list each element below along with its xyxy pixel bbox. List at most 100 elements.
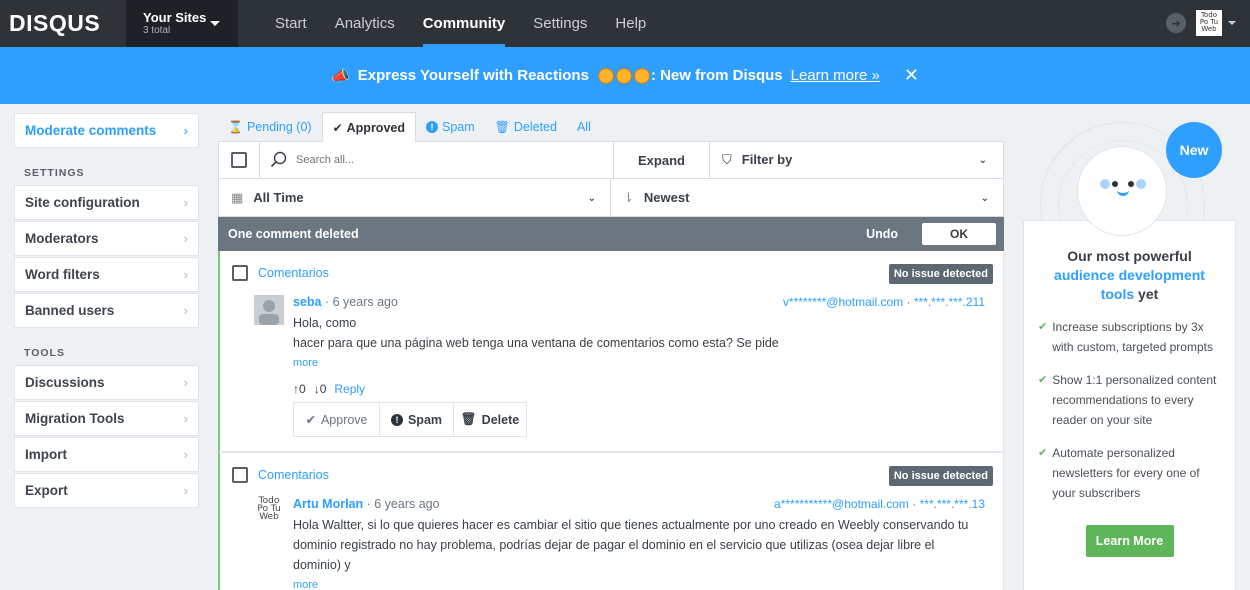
undo-button[interactable]: Undo bbox=[866, 227, 898, 241]
commenter-ip[interactable]: ***.***.***.13 bbox=[920, 497, 985, 511]
checkmark-icon: ✔ bbox=[305, 413, 316, 427]
avatar[interactable] bbox=[254, 295, 284, 325]
tab-deleted[interactable]: 🗑 Deleted bbox=[485, 113, 567, 141]
avatar-text: Todo Po Tu Web bbox=[1199, 11, 1219, 33]
user-area: ➜ Todo Po Tu Web bbox=[1166, 10, 1236, 36]
author-name[interactable]: seba bbox=[293, 295, 322, 309]
disqus-logo[interactable]: DISQUS bbox=[0, 0, 126, 47]
filter-label-wrap: ⛉ Filter by bbox=[722, 152, 792, 168]
approve-button[interactable]: ✔ Approve bbox=[294, 403, 380, 436]
sidebar-item-moderators[interactable]: Moderators › bbox=[14, 221, 199, 256]
delete-label: Delete bbox=[481, 412, 520, 427]
tab-approved[interactable]: ✔ Approved bbox=[321, 112, 416, 142]
mascot-eye bbox=[1128, 181, 1134, 187]
megaphone-icon: 📣 bbox=[331, 67, 350, 85]
chevron-right-icon: › bbox=[183, 303, 188, 318]
status-badge: No issue detected bbox=[888, 466, 993, 486]
site-switcher[interactable]: Your Sites 3 total bbox=[126, 0, 238, 47]
sidebar-item-word-filters[interactable]: Word filters › bbox=[14, 257, 199, 292]
spam-button[interactable]: ! Spam bbox=[380, 403, 454, 436]
sidebar-item-site-configuration[interactable]: Site configuration › bbox=[14, 185, 199, 220]
sidebar-item-banned-users[interactable]: Banned users › bbox=[14, 293, 199, 328]
delete-button[interactable]: 🗑 Delete bbox=[454, 403, 526, 436]
search-input[interactable] bbox=[296, 154, 596, 166]
chevron-down-icon[interactable] bbox=[1228, 21, 1236, 25]
author-name[interactable]: Artu Morlan bbox=[293, 497, 363, 511]
comment-checkbox[interactable] bbox=[232, 467, 248, 483]
banner-text: Express Yourself with Reactions bbox=[357, 67, 589, 84]
chevron-right-icon: › bbox=[183, 411, 188, 426]
commenter-email[interactable]: a***********@hotmail.com bbox=[774, 497, 909, 511]
expand-button[interactable]: Expand bbox=[613, 141, 709, 179]
promo-title-highlight: audience development tools bbox=[1054, 267, 1205, 302]
notifications-icon[interactable]: ➜ bbox=[1166, 13, 1186, 33]
reply-link[interactable]: Reply bbox=[334, 382, 365, 396]
reactions-banner: 📣 Express Yourself with Reactions : New … bbox=[0, 47, 1250, 104]
tab-all[interactable]: All bbox=[567, 113, 601, 141]
moderation-panel: ⌛ Pending (0) ✔ Approved ! Spam 🗑 Deleted Al… bbox=[218, 112, 1004, 590]
sort-label-wrap: ⇂ Newest bbox=[623, 190, 689, 206]
disqus-mascot-icon bbox=[1077, 146, 1167, 236]
avatar[interactable]: Todo Po Tu Web bbox=[254, 497, 284, 527]
ok-button[interactable]: OK bbox=[922, 223, 996, 245]
upvote-count-wrap: ↑0 bbox=[293, 382, 306, 396]
select-all-cell bbox=[219, 152, 259, 168]
tab-spam[interactable]: ! Spam bbox=[416, 113, 485, 141]
nav-community[interactable]: Community bbox=[409, 0, 520, 47]
commenter-email[interactable]: v********@hotmail.com bbox=[783, 295, 903, 309]
comment-time[interactable]: 6 years ago bbox=[333, 295, 398, 309]
site-switcher-label: Your Sites bbox=[143, 9, 207, 25]
more-link[interactable]: more bbox=[293, 353, 985, 373]
promo-title-post: yet bbox=[1138, 286, 1159, 302]
mascot-cheek bbox=[1100, 179, 1110, 189]
tab-pending[interactable]: ⌛ Pending (0) bbox=[218, 113, 322, 141]
filter-icon: ⛉ bbox=[722, 152, 732, 167]
sidebar-item-moderate-comments[interactable]: Moderate comments › bbox=[14, 113, 199, 148]
tab-label: Pending (0) bbox=[246, 120, 312, 134]
thread-link[interactable]: Comentarios bbox=[258, 468, 329, 482]
chevron-right-icon: › bbox=[183, 231, 188, 246]
upvote-count: 0 bbox=[299, 382, 306, 396]
nav-help[interactable]: Help bbox=[601, 0, 660, 47]
commenter-contact: a***********@hotmail.com · ***.***.***.1… bbox=[774, 497, 985, 515]
thread-link[interactable]: Comentarios bbox=[258, 266, 329, 280]
time-label-wrap: ▦ All Time bbox=[231, 190, 304, 206]
comment-meta: Artu Morlan · 6 years ago a***********@h… bbox=[293, 497, 985, 515]
sidebar-item-label: Migration Tools bbox=[25, 411, 125, 426]
commenter-ip[interactable]: ***.***.***.211 bbox=[914, 295, 985, 309]
sort-dropdown[interactable]: ⇂ Newest ⌄ bbox=[611, 179, 1003, 217]
comment-time[interactable]: 6 years ago bbox=[374, 497, 439, 511]
nav-start[interactable]: Start bbox=[261, 0, 321, 47]
comment-card: Comentarios No issue detected seba · 6 y… bbox=[218, 251, 1004, 452]
learn-more-button[interactable]: Learn More bbox=[1085, 525, 1174, 557]
user-avatar[interactable]: Todo Po Tu Web bbox=[1196, 10, 1222, 36]
chevron-right-icon: › bbox=[183, 483, 188, 498]
feature-item: ✔ Automate personalized newsletters for e… bbox=[1038, 443, 1221, 503]
banner-learn-more-link[interactable]: Learn more » bbox=[791, 67, 880, 84]
time-range-dropdown[interactable]: ▦ All Time ⌄ bbox=[219, 179, 611, 217]
settings-heading: SETTINGS bbox=[24, 167, 85, 179]
sidebar-item-migration-tools[interactable]: Migration Tools › bbox=[14, 401, 199, 436]
comment-checkbox[interactable] bbox=[232, 265, 248, 281]
chevron-down-icon bbox=[210, 21, 220, 26]
top-navigation-bar: DISQUS Your Sites 3 total Start Analytic… bbox=[0, 0, 1250, 47]
comment-text-line: dominio registrado no hay problema, podr… bbox=[293, 538, 935, 572]
chevron-right-icon: › bbox=[183, 267, 188, 282]
status-tabs: ⌛ Pending (0) ✔ Approved ! Spam 🗑 Deleted Al… bbox=[218, 112, 1004, 142]
sidebar: Moderate comments › SETTINGS Site configu… bbox=[14, 113, 199, 509]
nav-analytics[interactable]: Analytics bbox=[321, 0, 409, 47]
nav-settings[interactable]: Settings bbox=[519, 0, 601, 47]
sort-toolbar: ▦ All Time ⌄ ⇂ Newest ⌄ bbox=[218, 179, 1004, 217]
author-meta: seba · 6 years ago bbox=[293, 295, 398, 313]
more-link[interactable]: more bbox=[293, 575, 985, 590]
sidebar-item-discussions[interactable]: Discussions › bbox=[14, 365, 199, 400]
sort-icon: ⇂ bbox=[623, 190, 634, 205]
select-all-checkbox[interactable] bbox=[231, 152, 247, 168]
alert-icon: ! bbox=[390, 413, 403, 426]
close-icon[interactable]: ✕ bbox=[904, 65, 919, 86]
filter-by-dropdown[interactable]: ⛉ Filter by ⌄ bbox=[709, 141, 1003, 179]
chevron-down-icon: ⌄ bbox=[978, 154, 987, 166]
sidebar-item-export[interactable]: Export › bbox=[14, 473, 199, 508]
sidebar-item-import[interactable]: Import › bbox=[14, 437, 199, 472]
comment-header: Comentarios bbox=[220, 453, 1003, 497]
